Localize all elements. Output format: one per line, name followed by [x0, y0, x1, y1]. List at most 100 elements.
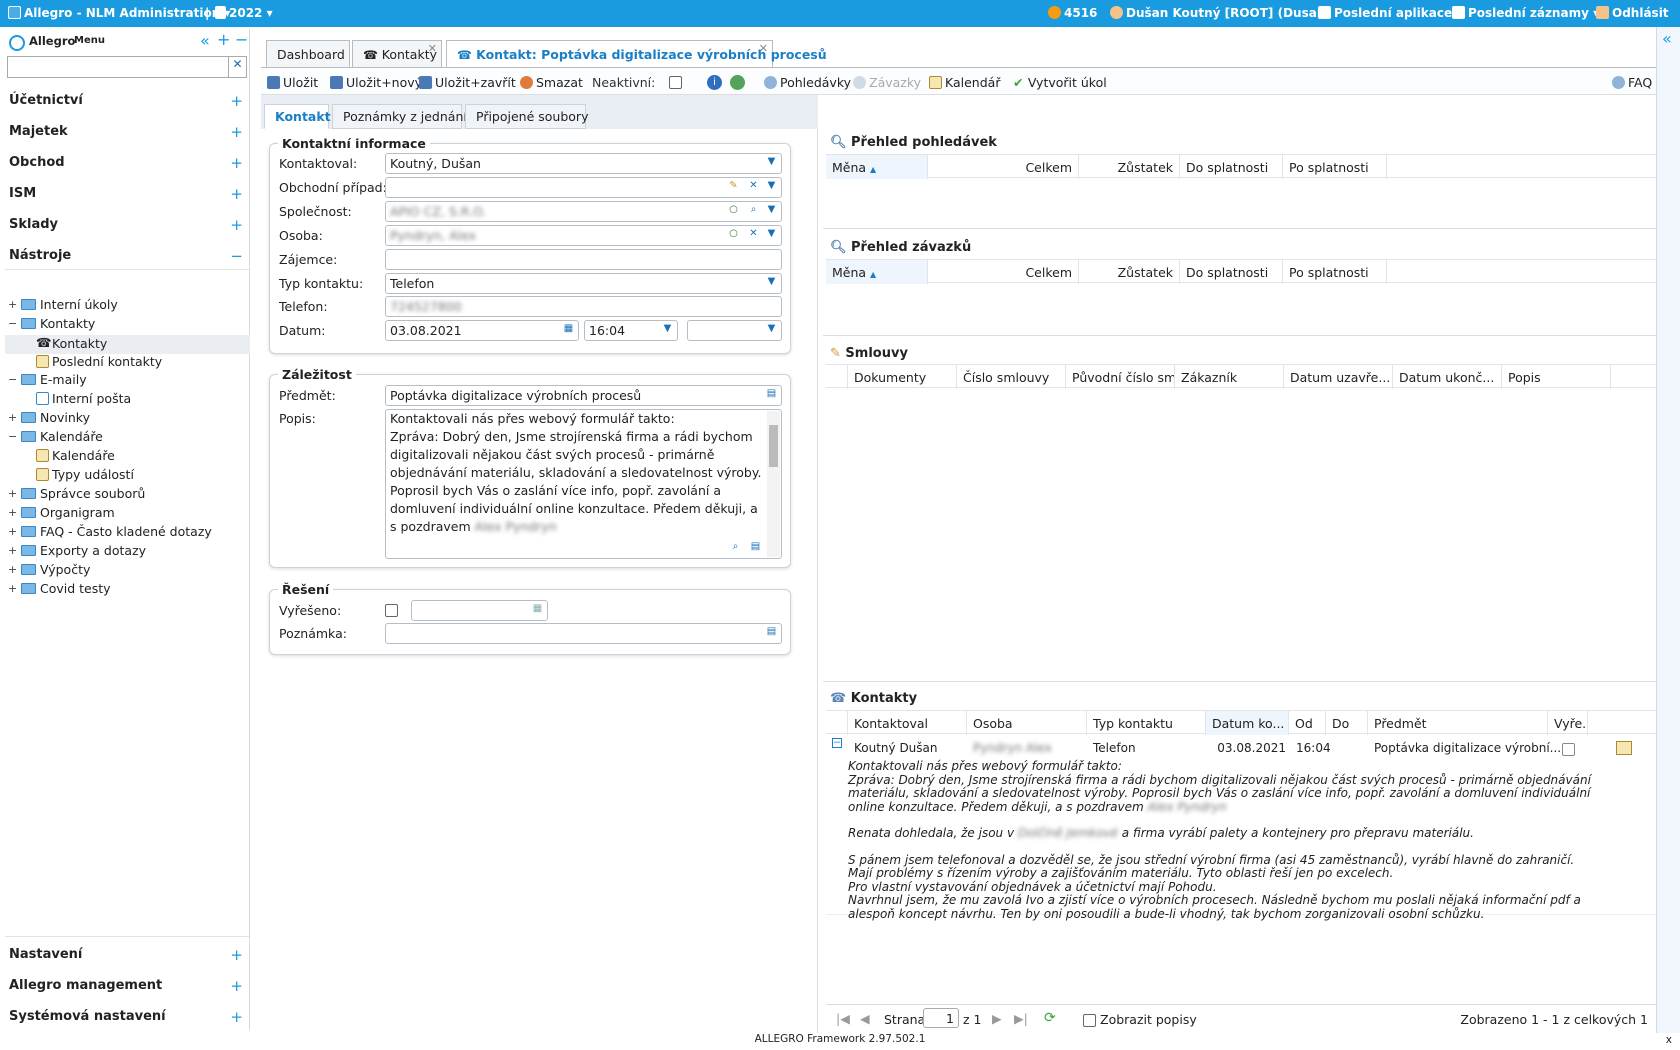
column-header[interactable]: Dokumenty — [848, 365, 957, 389]
subtab-contact[interactable]: Kontakt — [264, 104, 331, 129]
tree-item-file-manager[interactable]: Správce souborů — [21, 486, 145, 505]
collapse-toggle[interactable]: − — [8, 373, 17, 386]
expand-icon[interactable]: + — [230, 123, 243, 141]
column-header[interactable]: Do splatnosti — [1180, 260, 1283, 284]
search-icon[interactable]: ⌕ — [746, 204, 761, 219]
edit-record-icon[interactable] — [1616, 741, 1632, 755]
tree-item-internal-mail[interactable]: Interní pošta — [36, 391, 131, 410]
tree-item-news[interactable]: Novinky — [21, 410, 90, 429]
inactive-checkbox[interactable] — [669, 76, 682, 89]
column-header[interactable]: Do — [1326, 711, 1368, 735]
tree-item-organigram[interactable]: Organigram — [21, 505, 115, 524]
collapse-toggle[interactable]: − — [8, 430, 17, 443]
tab-dashboard[interactable]: Dashboard — [266, 40, 350, 67]
tree-item-event-types[interactable]: Typy událostí — [36, 467, 134, 486]
resolved-date-input[interactable]: ▦ — [411, 600, 548, 621]
column-header[interactable]: Měna ▲ — [826, 155, 928, 179]
logout[interactable]: Odhlásit — [1596, 6, 1669, 20]
tree-item-internal-tasks[interactable]: Interní úkoly — [21, 297, 118, 316]
chevron-down-icon[interactable]: ▼ — [764, 228, 779, 243]
column-header[interactable]: Po splatnosti — [1283, 155, 1387, 179]
column-header[interactable]: Vyře... — [1548, 711, 1588, 735]
section-accounting[interactable]: Účetnictví + — [9, 92, 249, 113]
clear-icon[interactable]: ✕ — [746, 228, 761, 243]
globe-icon[interactable] — [730, 75, 745, 90]
expand-toggle[interactable]: + — [8, 544, 17, 557]
expand-icon[interactable]: + — [230, 946, 243, 964]
column-header[interactable]: Od — [1289, 711, 1326, 735]
chevron-down-icon[interactable]: ▼ — [764, 276, 779, 291]
expand-all-icon[interactable]: + — [217, 30, 230, 49]
recent-records[interactable]: Poslední záznamy ▾ — [1452, 6, 1599, 20]
section-warehouses[interactable]: Sklady + — [9, 216, 249, 237]
business-case-select[interactable]: ✎ ✕ ▼ — [385, 177, 782, 198]
column-header[interactable]: Kontaktoval — [848, 711, 967, 735]
tree-item-calendars-list[interactable]: Kalendáře — [36, 448, 115, 467]
column-header[interactable]: Zůstatek — [1079, 155, 1180, 179]
expand-toggle[interactable]: + — [8, 582, 17, 595]
collapse-toggle[interactable]: − — [8, 317, 17, 330]
create-task-button[interactable]: ✔ Vytvořit úkol — [1013, 75, 1107, 90]
column-header[interactable]: Zůstatek — [1079, 260, 1180, 284]
right-collapse-strip[interactable]: « — [1656, 27, 1680, 1033]
expand-toggle[interactable]: + — [8, 563, 17, 576]
time-from-select[interactable]: 16:04 ▼ — [584, 320, 678, 341]
chevron-down-icon[interactable]: ▼ — [660, 323, 675, 338]
scrollbar-thumb[interactable] — [769, 425, 778, 467]
section-ism[interactable]: ISM + — [9, 185, 249, 206]
column-header[interactable]: Popis — [1502, 365, 1611, 389]
next-page-icon[interactable]: ▶ — [992, 1011, 1002, 1026]
tree-item-exports[interactable]: Exporty a dotazy — [21, 543, 146, 562]
liabilities-button[interactable]: Závazky — [853, 75, 921, 90]
zoom-icon[interactable]: ⌕ — [728, 538, 743, 553]
time-to-select[interactable]: ▼ — [687, 320, 782, 341]
clear-icon[interactable]: ✕ — [746, 180, 761, 195]
interested-input[interactable] — [385, 249, 782, 270]
expand-panel-icon[interactable]: « — [1662, 29, 1672, 48]
tree-item-contacts-list[interactable]: ☎ Kontakty — [5, 335, 250, 354]
column-header[interactable]: Typ kontaktu — [1087, 711, 1206, 735]
save-close-button[interactable]: Uložit+zavřít — [419, 75, 516, 90]
calendar-icon[interactable]: ▦ — [561, 323, 576, 338]
first-page-icon[interactable]: |◀ — [836, 1011, 850, 1026]
column-header[interactable]: Předmět — [1368, 711, 1548, 735]
column-header[interactable]: Datum uzavře... — [1284, 365, 1393, 389]
contacted-by-select[interactable]: Koutný, Dušan ▼ — [385, 153, 782, 174]
column-header[interactable]: Původní číslo sm... — [1066, 365, 1175, 389]
text-editor-icon[interactable]: ▤ — [764, 388, 779, 403]
user-menu[interactable]: Dušan Koutný [ROOT] (Dusan) — [1110, 6, 1331, 20]
close-icon[interactable]: ✕ — [428, 42, 437, 55]
faq-button[interactable]: FAQ — [1612, 75, 1652, 90]
tree-item-recent-contacts[interactable]: Poslední kontakty — [36, 354, 162, 373]
subtab-meeting-notes[interactable]: Poznámky z jednání — [332, 104, 467, 129]
column-header[interactable]: Zákazník — [1175, 365, 1284, 389]
section-allegro-management[interactable]: Allegro management + — [9, 977, 249, 998]
delete-button[interactable]: Smazat — [520, 75, 583, 90]
tab-contacts[interactable]: ☎ Kontakty ✕ — [352, 40, 442, 67]
expand-icon[interactable]: + — [230, 92, 243, 110]
expand-toggle[interactable]: + — [8, 411, 17, 424]
person-select[interactable]: Pyndryn, Alex ○ ✕ ▼ — [385, 225, 782, 246]
expand-icon[interactable]: + — [230, 1008, 243, 1026]
expand-icon[interactable]: + — [230, 154, 243, 172]
refresh-icon[interactable]: ⟳ — [1044, 1010, 1056, 1026]
subject-input[interactable]: Poptávka digitalizace výrobních procesů ▤ — [385, 385, 782, 406]
prev-page-icon[interactable]: ◀ — [860, 1011, 870, 1026]
expand-toggle[interactable]: + — [8, 525, 17, 538]
save-button[interactable]: Uložit — [267, 75, 318, 90]
expand-toggle[interactable]: + — [8, 487, 17, 500]
column-header[interactable]: Měna ▲ — [826, 260, 928, 284]
section-assets[interactable]: Majetek + — [9, 123, 249, 144]
edit-icon[interactable]: ✎ — [726, 180, 741, 195]
page-input[interactable]: 1 — [923, 1008, 959, 1028]
last-page-icon[interactable]: ▶| — [1014, 1011, 1028, 1026]
recent-apps[interactable]: Poslední aplikace ▾ — [1318, 6, 1462, 20]
info-icon[interactable]: i — [707, 75, 722, 90]
chevron-down-icon[interactable]: ▼ — [764, 204, 779, 219]
resolved-checkbox[interactable] — [385, 604, 398, 617]
save-new-button[interactable]: Uložit+nový — [330, 75, 422, 90]
tree-item-covid[interactable]: Covid testy — [21, 581, 111, 600]
calendar-button[interactable]: Kalendář — [929, 75, 1000, 90]
receivables-button[interactable]: Pohledávky — [764, 75, 851, 90]
expand-icon[interactable]: + — [230, 185, 243, 203]
